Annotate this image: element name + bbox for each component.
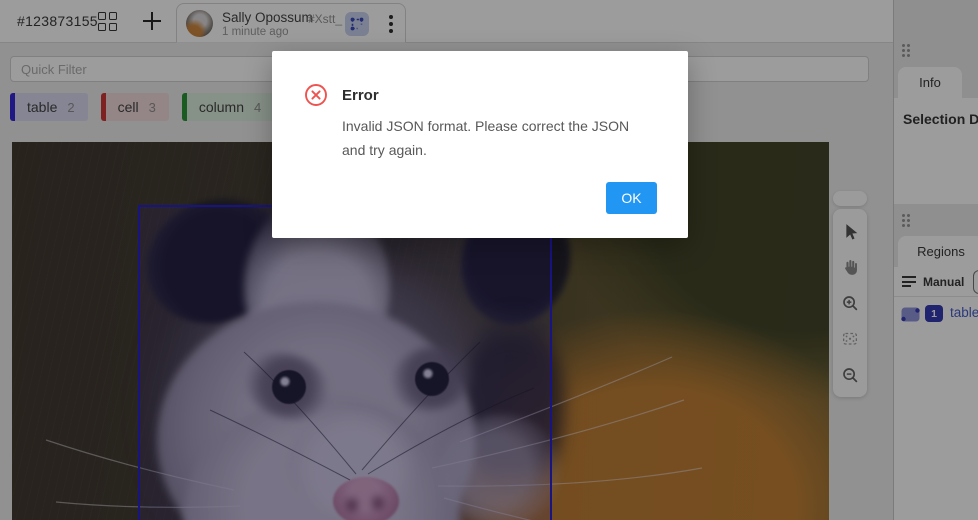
error-circle-x-icon [304, 83, 328, 112]
modal-title: Error [342, 87, 379, 104]
annotation-app: #123873155 Sally Opossum #Xstt_ 1 minute… [0, 0, 978, 520]
modal-message: Invalid JSON format. Please correct the … [342, 114, 654, 162]
ok-button[interactable]: OK [606, 182, 657, 214]
error-modal: Error Invalid JSON format. Please correc… [272, 51, 688, 238]
